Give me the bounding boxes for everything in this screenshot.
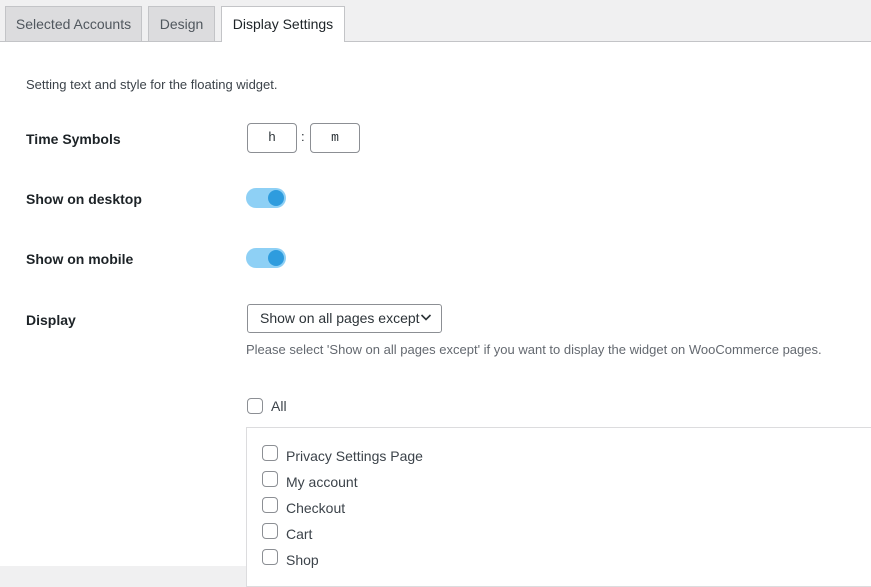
tab-bar: Selected Accounts Design Display Setting… [0,0,871,42]
show-on-desktop-toggle[interactable] [246,188,286,208]
hours-symbol-input[interactable]: h [247,123,297,153]
display-select-value: Show on all pages except [260,310,420,326]
toggle-knob [268,190,284,206]
all-pages-label: All [271,398,287,414]
display-label: Display [26,312,76,328]
page-checkbox[interactable] [262,471,278,487]
display-select[interactable]: Show on all pages except [247,304,442,333]
tab-display-settings[interactable]: Display Settings [221,6,345,42]
tab-design[interactable]: Design [148,6,215,41]
page-checkbox[interactable] [262,523,278,539]
page-checkbox[interactable] [262,497,278,513]
time-symbols-label: Time Symbols [26,131,121,147]
show-on-desktop-label: Show on desktop [26,191,142,207]
page-label: My account [286,474,358,490]
pages-list: Privacy Settings Page My account Checkou… [246,427,871,587]
page-checkbox[interactable] [262,549,278,565]
page-label: Checkout [286,500,346,516]
time-separator: : [301,129,305,144]
chevron-down-icon [420,314,432,321]
panel-description: Setting text and style for the floating … [26,77,278,92]
page-label: Privacy Settings Page [286,448,423,464]
page-label: Cart [286,526,313,542]
show-on-mobile-toggle[interactable] [246,248,286,268]
settings-panel: Setting text and style for the floating … [0,42,871,587]
display-help-text: Please select 'Show on all pages except'… [246,342,822,357]
show-on-mobile-label: Show on mobile [26,251,134,267]
all-pages-checkbox[interactable] [247,398,263,414]
tab-selected-accounts[interactable]: Selected Accounts [5,6,142,41]
page-checkbox[interactable] [262,445,278,461]
toggle-knob [268,250,284,266]
minutes-symbol-input[interactable]: m [310,123,360,153]
